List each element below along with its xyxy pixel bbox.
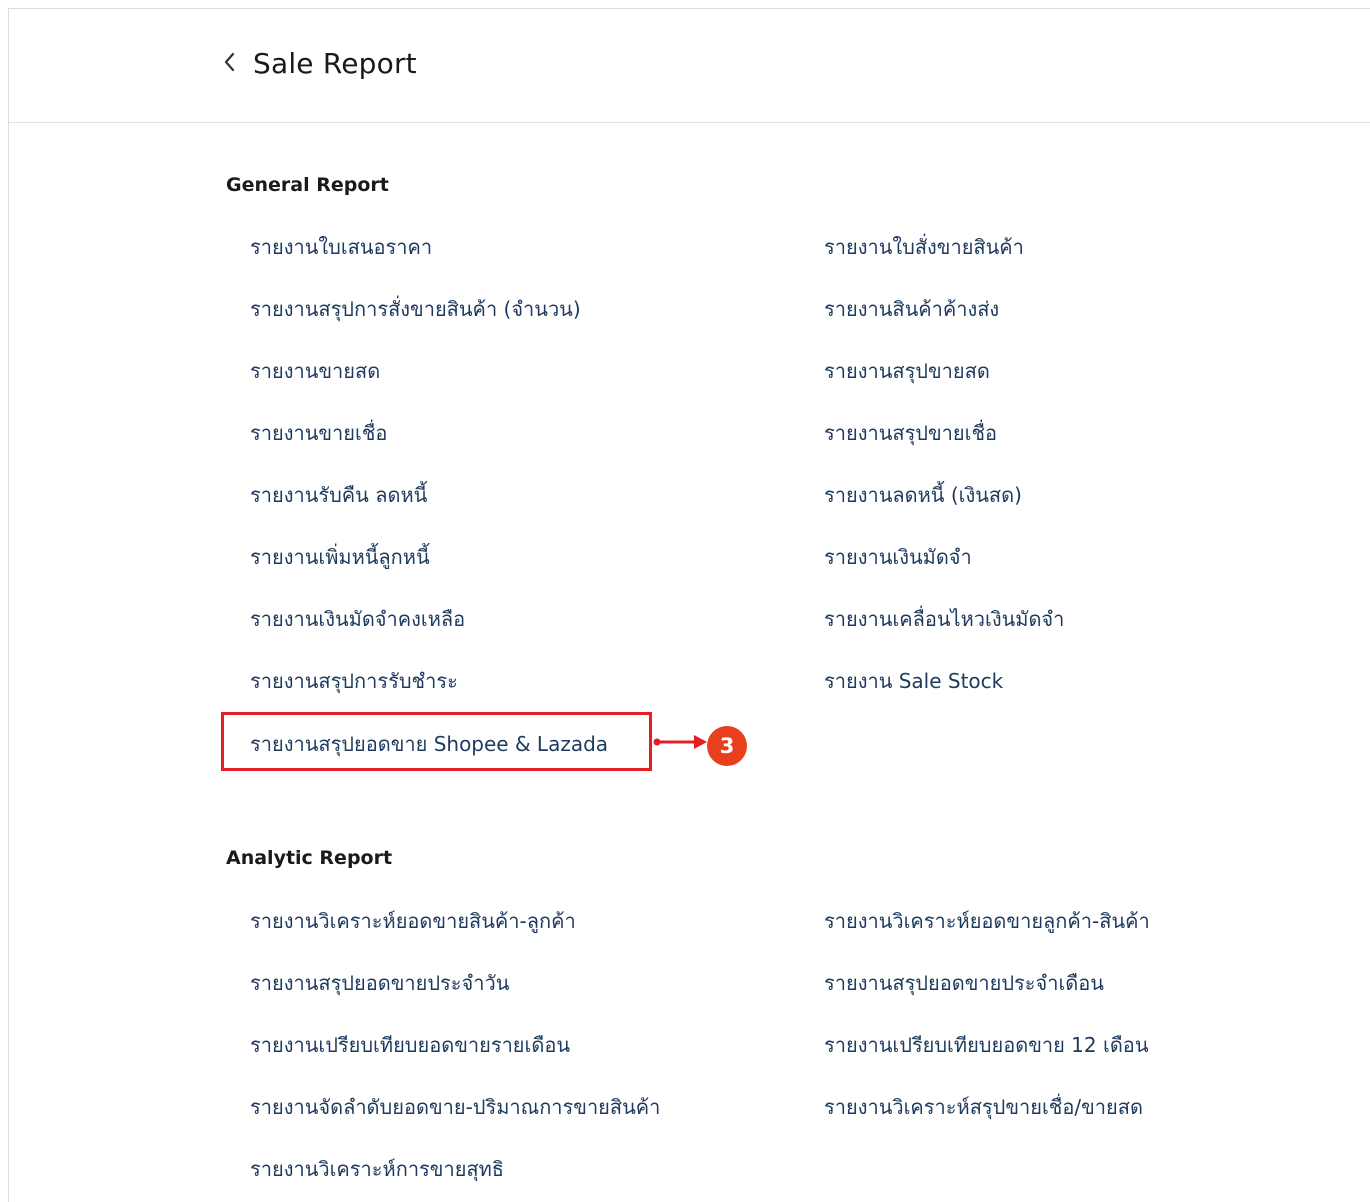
report-link-deposit-movement[interactable]: รายงานเคลื่อนไหวเงินมัดจำ (824, 603, 1064, 635)
report-link-credit-sales[interactable]: รายงานขายเชื่อ (250, 417, 387, 449)
report-link-debit-note[interactable]: รายงานเพิ่มหนี้ลูกหนี้ (250, 541, 430, 573)
report-link-deposit-balance[interactable]: รายงานเงินมัดจำคงเหลือ (250, 603, 465, 635)
chevron-left-icon (221, 51, 239, 77)
report-link-12-month-comparison[interactable]: รายงานเปรียบเทียบยอดขาย 12 เดือน (824, 1029, 1149, 1061)
analytic-report-heading: Analytic Report (226, 847, 393, 869)
report-link-cash-sales-summary[interactable]: รายงานสรุปขายสด (824, 355, 990, 387)
report-link-monthly-sales-comparison[interactable]: รายงานเปรียบเทียบยอดขายรายเดือน (250, 1029, 570, 1061)
report-link-sales-order-summary-qty[interactable]: รายงานสรุปการสั่งขายสินค้า (จำนวน) (250, 293, 581, 325)
report-link-customer-product-analysis[interactable]: รายงานวิเคราะห์ยอดขายลูกค้า-สินค้า (824, 905, 1150, 937)
report-link-credit-cash-analysis[interactable]: รายงานวิเคราะห์สรุปขายเชื่อ/ขายสด (824, 1091, 1143, 1123)
report-link-product-customer-analysis[interactable]: รายงานวิเคราะห์ยอดขายสินค้า-ลูกค้า (250, 905, 576, 937)
report-link-cash-sales[interactable]: รายงานขายสด (250, 355, 380, 387)
page-title: Sale Report (253, 47, 417, 80)
back-button[interactable]: Sale Report (221, 47, 417, 80)
report-link-payment-summary[interactable]: รายงานสรุปการรับชำระ (250, 665, 458, 697)
report-link-daily-sales-summary[interactable]: รายงานสรุปยอดขายประจำวัน (250, 967, 509, 999)
report-link-return-credit-note[interactable]: รายงานรับคืน ลดหนี้ (250, 479, 427, 511)
report-link-shopee-lazada-summary[interactable]: รายงานสรุปยอดขาย Shopee & Lazada (250, 728, 608, 760)
general-report-heading: General Report (226, 174, 389, 196)
report-link-credit-sales-summary[interactable]: รายงานสรุปขายเชื่อ (824, 417, 997, 449)
sale-report-page: Sale Report General Report รายงานใบเสนอร… (8, 8, 1370, 1202)
report-link-sales-ranking[interactable]: รายงานจัดลำดับยอดขาย-ปริมาณการขายสินค้า (250, 1091, 660, 1123)
arrow-right-icon (653, 735, 707, 749)
report-link-sales-order[interactable]: รายงานใบสั่งขายสินค้า (824, 231, 1024, 263)
step-badge: 3 (707, 726, 747, 766)
report-link-backorder[interactable]: รายงานสินค้าค้างส่ง (824, 293, 999, 325)
page-header: Sale Report (9, 9, 1370, 123)
report-link-monthly-sales-summary[interactable]: รายงานสรุปยอดขายประจำเดือน (824, 967, 1104, 999)
report-link-quotation[interactable]: รายงานใบเสนอราคา (250, 231, 432, 263)
report-link-net-sales-analysis[interactable]: รายงานวิเคราะห์การขายสุทธิ (250, 1153, 504, 1185)
report-link-deposit[interactable]: รายงานเงินมัดจำ (824, 541, 972, 573)
report-link-credit-note-cash[interactable]: รายงานลดหนี้ (เงินสด) (824, 479, 1022, 511)
report-link-sale-stock[interactable]: รายงาน Sale Stock (824, 665, 1003, 697)
